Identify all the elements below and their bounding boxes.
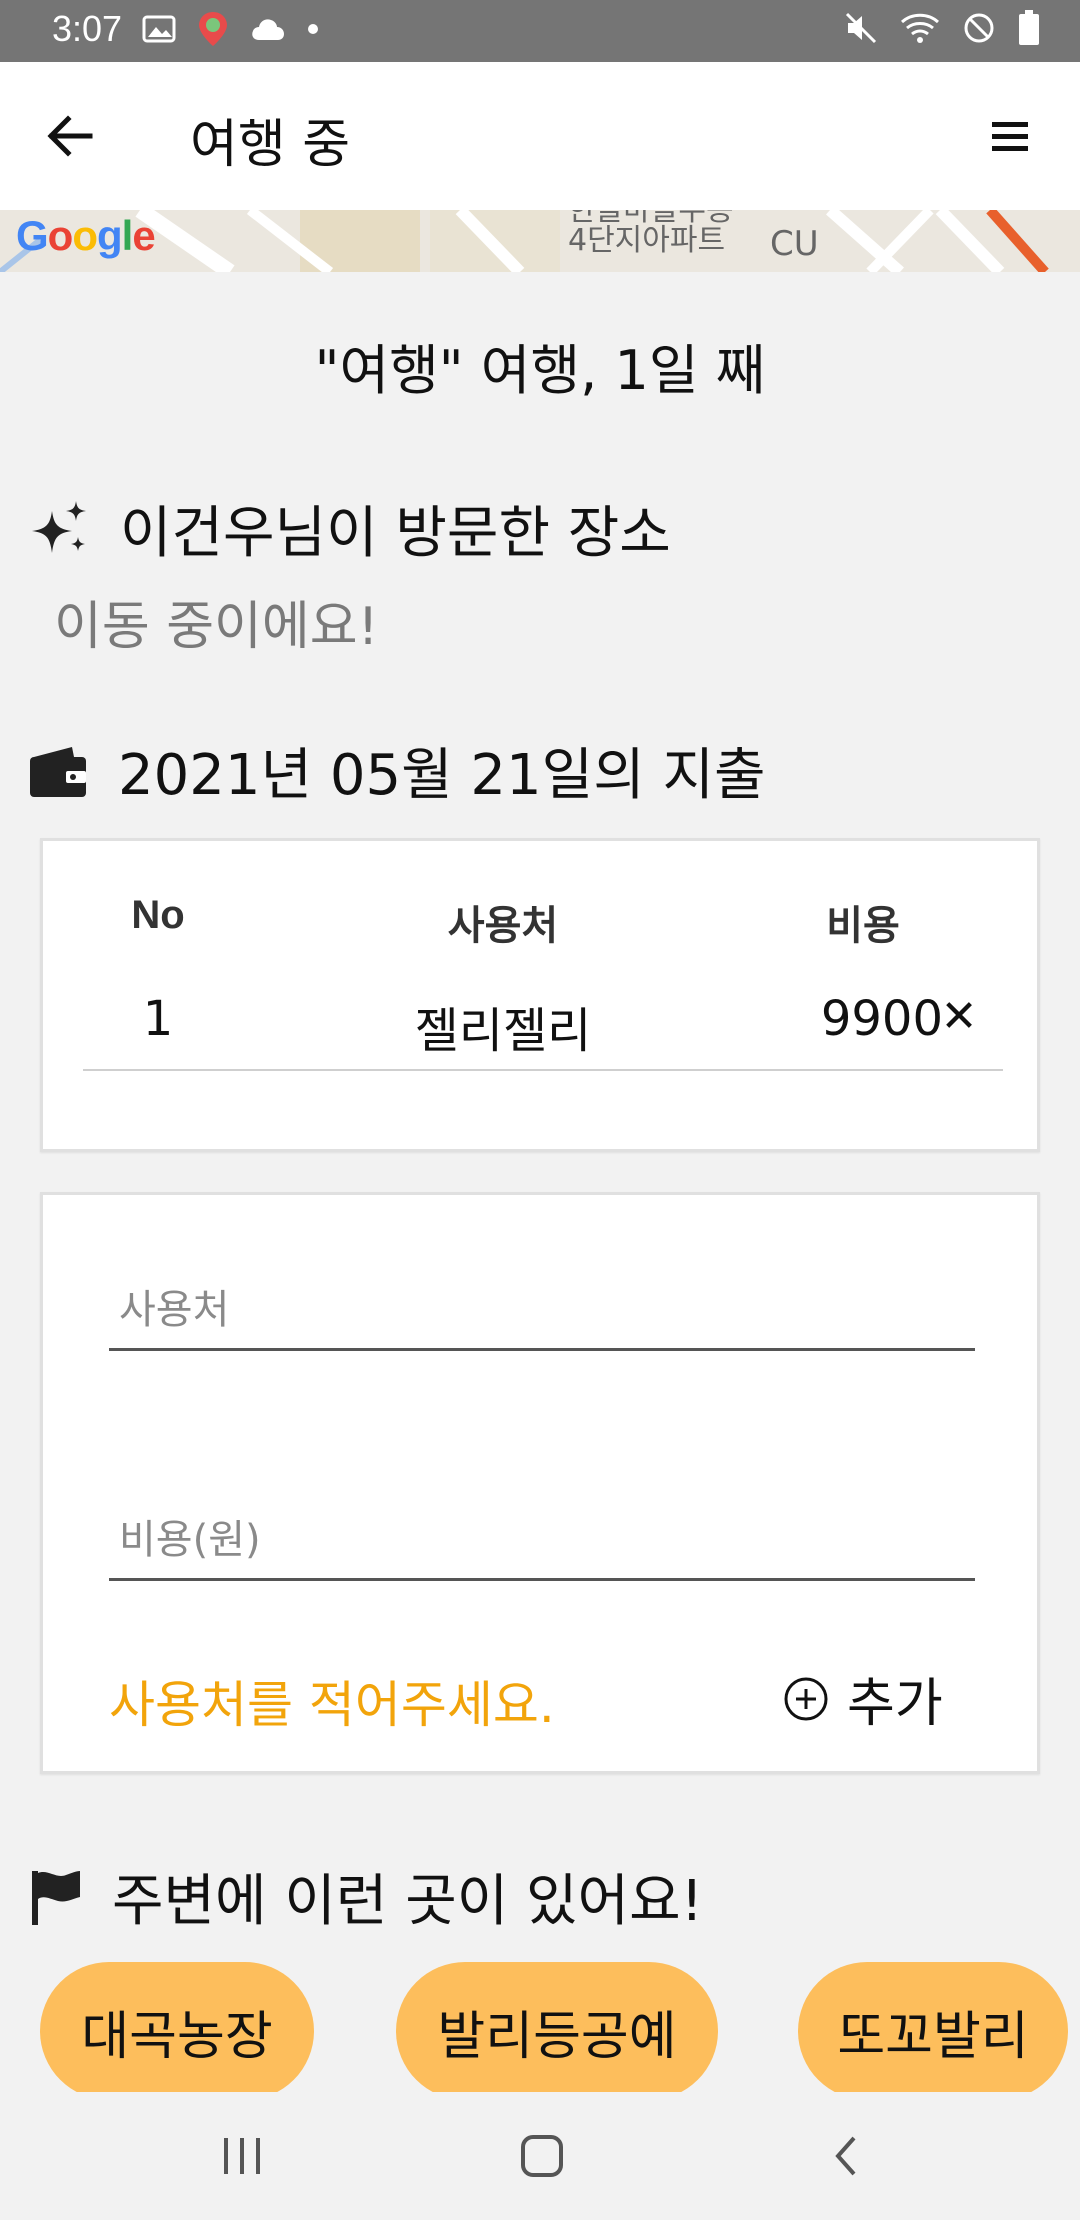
visited-status: 이동 중이에요! [54,597,379,657]
nearby-place-chip[interactable]: 또꼬발리 [798,1962,1068,2100]
dot-icon [308,24,318,34]
row-cost: 9900 [820,991,943,1047]
battery-icon [1019,10,1039,45]
home-icon[interactable] [518,2132,566,2180]
status-bar: 3:07 [0,0,1080,62]
row-no: 1 [142,991,174,1047]
flag-icon [32,1870,80,1925]
page-title: 여행 중 [190,115,351,175]
map-store-label: CU [770,224,819,264]
nearby-heading: 주변에 이런 곳이 있어요! [112,1869,704,1934]
expense-section-header: 2021년 05월 21일의 지출 [28,730,766,811]
wifi-icon [900,13,940,43]
visited-section-header: 이건우님이 방문한 장소 [28,488,671,569]
gallery-icon [142,15,176,43]
nearby-place-chip[interactable]: 발리등공예 [396,1962,718,2100]
status-time: 3:07 [52,8,123,49]
nearby-place-chip[interactable]: 대곡농장 [40,1962,314,2100]
add-circle-icon [784,1677,828,1720]
cost-field [109,1485,975,1581]
system-nav-bar [0,2092,1080,2220]
visited-heading: 이건우님이 방문한 장소 [120,501,671,566]
nav-back-icon[interactable] [826,2132,866,2180]
wallet-icon [30,746,86,797]
map-place-label: 한들마을우봉 4단지아파트 [568,210,734,258]
back-arrow-icon[interactable] [40,106,100,166]
row-divider [83,1069,1003,1071]
delete-row-icon[interactable]: ✕ [929,991,989,1042]
place-field [109,1255,975,1351]
blocked-icon [964,13,994,43]
validation-message: 사용처를 적어주세요. [109,1676,555,1734]
expense-heading: 2021년 05월 21일의 지출 [118,743,766,808]
place-input[interactable] [109,1255,975,1333]
map-pin-icon [199,12,227,46]
map-view[interactable]: Google 한들마을우봉 4단지아파트 CU [0,210,1080,272]
add-expense-card: 사용처를 적어주세요. 추가 [40,1192,1040,1774]
cost-input[interactable] [109,1485,975,1563]
menu-icon[interactable] [982,112,1042,162]
column-place: 사용처 [447,904,559,948]
column-no: No [131,893,185,937]
sparkle-icon [32,500,86,553]
recent-apps-icon[interactable] [218,2134,266,2178]
nearby-section-header: 주변에 이런 곳이 있어요! [28,1856,703,1937]
add-button[interactable]: 추가 [783,1661,943,1736]
google-logo: Google [16,212,156,259]
map-roads [0,210,1049,272]
add-button-label: 추가 [847,1674,943,1734]
expense-table-card: No 사용처 비용 1 젤리젤리 9900 ✕ [40,838,1040,1152]
table-row: 1 젤리젤리 9900 ✕ [43,991,1037,1061]
app-bar: 여행 중 [0,62,1080,210]
table-header: No 사용처 비용 [43,893,1037,953]
cloud-icon [252,19,284,40]
trip-subtitle: "여행" 여행, 1일 째 [314,339,766,402]
row-place: 젤리젤리 [414,1003,592,1059]
mute-icon [845,12,877,44]
column-cost: 비용 [826,904,900,948]
